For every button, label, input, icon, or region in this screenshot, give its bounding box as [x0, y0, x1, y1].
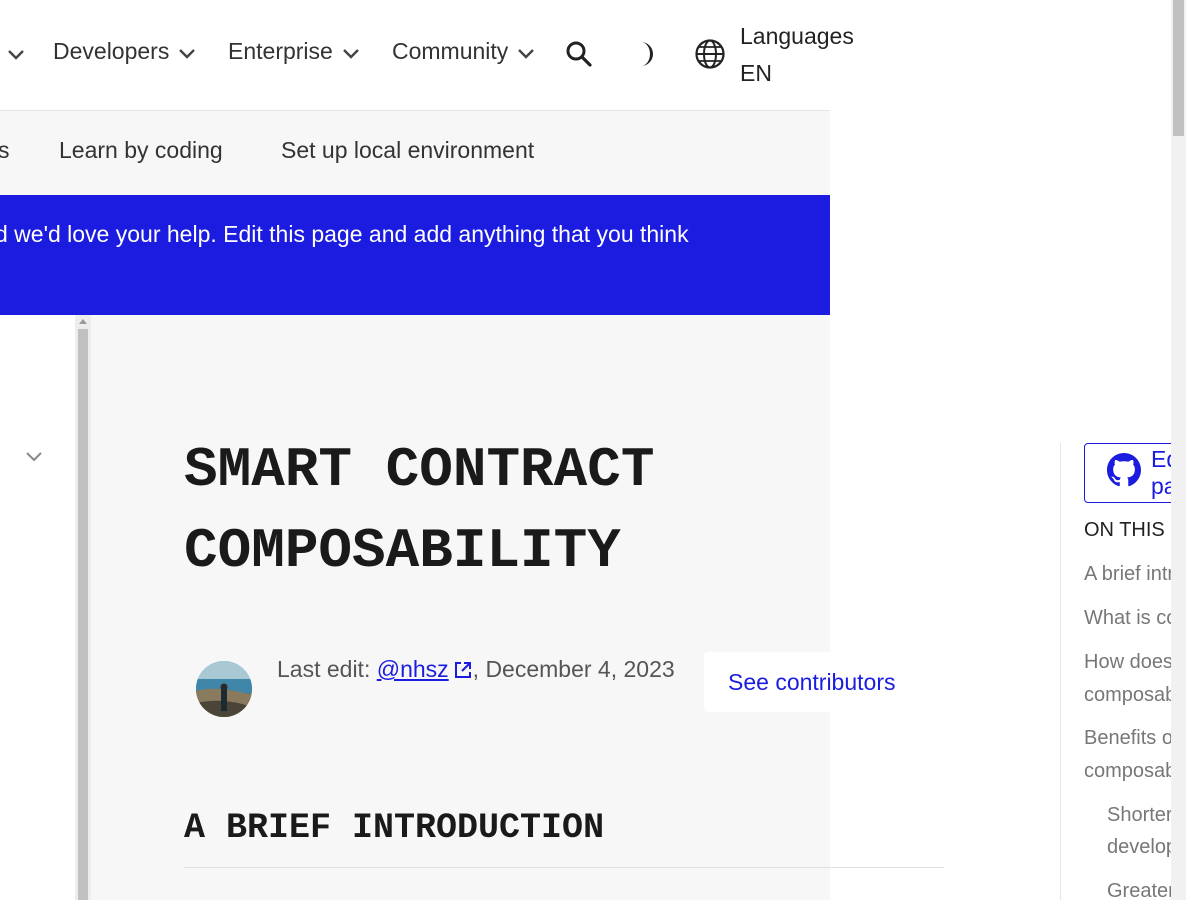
- toc-item[interactable]: Benefits of composability composability: [1084, 722, 1171, 788]
- language-code: EN: [740, 60, 772, 86]
- page-title-line1: SMART CONTRACT: [184, 438, 655, 502]
- section-heading: A BRIEF INTRODUCTION: [184, 808, 605, 848]
- toc-item-line: Benefits of composability: [1084, 727, 1171, 749]
- nav-developers[interactable]: Developers: [53, 38, 197, 65]
- nav-enterprise-label: Enterprise: [228, 38, 333, 64]
- chevron-down-icon: [341, 42, 361, 62]
- nav-community[interactable]: Community: [392, 38, 536, 65]
- toc-heading: ON THIS PAGE: [1084, 519, 1171, 541]
- theme-toggle-icon[interactable]: [630, 39, 660, 69]
- last-edit-date: , December 4, 2023: [472, 656, 675, 682]
- chevron-down-icon[interactable]: [6, 44, 26, 64]
- globe-icon[interactable]: [694, 38, 726, 70]
- search-icon[interactable]: [564, 39, 594, 69]
- toc-item-line: Shorter development cycle: [1107, 804, 1171, 826]
- banner-text: d we'd love your help. Edit this page an…: [0, 221, 689, 247]
- chevron-down-icon: [177, 42, 197, 62]
- chevron-down-icon: [516, 42, 536, 62]
- page-title: SMART CONTRACT COMPOSABILITY: [184, 430, 654, 592]
- toc-item[interactable]: What is composability?: [1084, 602, 1171, 635]
- toc-item[interactable]: A brief introduction: [1084, 558, 1171, 591]
- scroll-up-arrow[interactable]: [79, 319, 87, 324]
- nav-enterprise[interactable]: Enterprise: [228, 38, 361, 65]
- external-link-icon: [453, 654, 473, 678]
- last-edit-info: Last edit: @nhsz , December 4, 2023: [277, 651, 697, 688]
- edit-page-label: Edit page: [1151, 446, 1171, 499]
- subnav-item-partial[interactable]: s: [0, 137, 10, 164]
- page-scrollbar[interactable]: [1171, 0, 1186, 900]
- toc-subitem[interactable]: Shorter development cycle development cy…: [1107, 799, 1171, 863]
- toc-item[interactable]: How does composability work? composabili…: [1084, 646, 1171, 712]
- avatar: [196, 661, 252, 717]
- sub-navigation: s Learn by coding Set up local environme…: [0, 110, 830, 195]
- sidebar-scrollbar[interactable]: [75, 315, 91, 900]
- toc-item-line: How does composability work?: [1084, 651, 1171, 673]
- github-icon: [1107, 453, 1141, 493]
- nav-community-label: Community: [392, 38, 509, 64]
- subnav-item-learn-by-coding[interactable]: Learn by coding: [59, 137, 223, 164]
- toc-item-line: development cycle: [1107, 836, 1171, 858]
- toc-subitem[interactable]: Greater innovation: [1107, 875, 1171, 900]
- subnav-item-local-environment[interactable]: Set up local environment: [281, 137, 534, 164]
- toc-item-line: composability work?: [1084, 684, 1171, 706]
- page-scrollbar-thumb[interactable]: [1173, 0, 1184, 136]
- see-contributors-button[interactable]: See contributors: [704, 652, 934, 712]
- edit-page-button[interactable]: Edit page: [1084, 443, 1171, 503]
- chevron-down-icon[interactable]: [23, 445, 45, 467]
- scrollbar-thumb[interactable]: [78, 329, 88, 900]
- last-edit-user-link[interactable]: @nhsz: [377, 656, 449, 682]
- nav-developers-label: Developers: [53, 38, 170, 64]
- divider: [184, 867, 944, 868]
- last-edit-prefix: Last edit:: [277, 656, 377, 682]
- toc-clip: Edit page ON THIS PAGE A brief introduct…: [1060, 0, 1171, 900]
- page-title-line2: COMPOSABILITY: [184, 519, 621, 583]
- top-navigation: Developers Enterprise Community Language…: [0, 0, 1171, 110]
- toc-item-line: composability: [1084, 760, 1171, 782]
- translation-banner: d we'd love your help. Edit this page an…: [0, 195, 830, 315]
- languages-label: Languages: [740, 23, 854, 49]
- toc-divider: [1060, 443, 1061, 900]
- language-selector[interactable]: Languages EN: [740, 18, 854, 92]
